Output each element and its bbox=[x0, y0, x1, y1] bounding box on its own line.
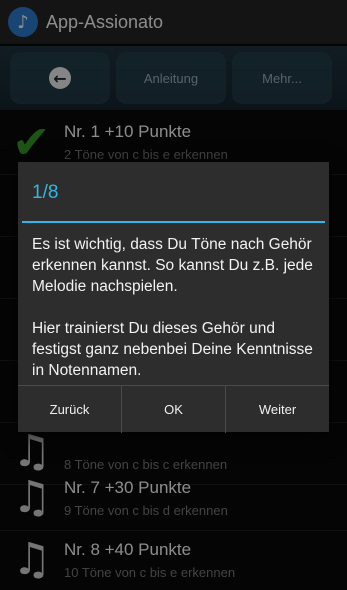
zurueck-button[interactable]: Zurück bbox=[18, 386, 121, 433]
info-dialog: 1/8 Es ist wichtig, dass Du Töne nach Ge… bbox=[18, 162, 329, 433]
ok-button[interactable]: OK bbox=[121, 386, 225, 433]
dialog-message: Es ist wichtig, dass Du Töne nach Gehör … bbox=[32, 236, 313, 379]
dialog-divider bbox=[22, 221, 325, 223]
app-screen: ♪ App-Assionato ← Anleitung Mehr... ✔ Nr… bbox=[0, 0, 347, 590]
dialog-title: 1/8 bbox=[32, 182, 59, 203]
dialog-button-bar: Zurück OK Weiter bbox=[18, 385, 329, 433]
weiter-button[interactable]: Weiter bbox=[225, 386, 329, 433]
